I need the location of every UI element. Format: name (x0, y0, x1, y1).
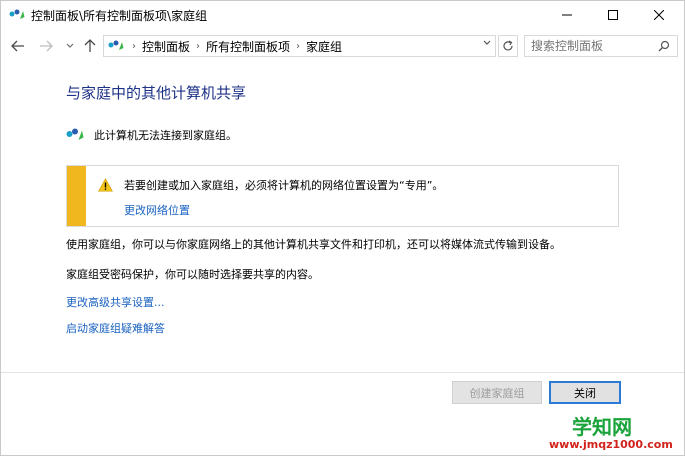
warning-icon (98, 178, 113, 192)
status-row: 此计算机无法连接到家庭组。 (66, 126, 237, 144)
navigation-bar: › 控制面板 › 所有控制面板项 › 家庭组 (1, 31, 684, 61)
recent-locations-button[interactable] (61, 37, 79, 55)
warning-text: 若要创建或加入家庭组，必须将计算机的网络位置设置为“专用”。 (124, 179, 444, 192)
chevron-right-icon[interactable]: › (196, 41, 200, 52)
description-text: 使用家庭组，你可以与你家庭网络上的其他计算机共享文件和打印机，还可以将媒体流式传… (66, 238, 561, 251)
close-window-button[interactable] (636, 1, 682, 29)
close-button[interactable]: 关闭 (549, 381, 621, 404)
password-note: 家庭组受密码保护，你可以随时选择要共享的内容。 (66, 268, 319, 281)
forward-button[interactable] (37, 37, 55, 55)
window-title: 控制面板\所有控制面板项\家庭组 (31, 9, 208, 23)
watermark-url: www.jmqz1000.com (549, 438, 673, 451)
breadcrumb-all-items[interactable]: 所有控制面板项 (206, 38, 290, 55)
watermark-title: 学知网 (572, 415, 632, 439)
footer-divider (1, 372, 684, 373)
breadcrumb-control-panel[interactable]: 控制面板 (142, 38, 190, 55)
arrow-right-icon (40, 40, 53, 52)
maximize-icon (608, 10, 618, 20)
address-bar[interactable]: › 控制面板 › 所有控制面板项 › 家庭组 (103, 35, 496, 57)
warning-panel: 若要创建或加入家庭组，必须将计算机的网络位置设置为“专用”。 更改网络位置 (66, 165, 619, 227)
minimize-button[interactable] (544, 1, 590, 29)
chevron-right-icon[interactable]: › (296, 41, 300, 52)
arrow-up-icon (84, 39, 96, 52)
search-input[interactable] (524, 35, 678, 57)
title-bar: 控制面板\所有控制面板项\家庭组 (1, 1, 684, 29)
change-network-location-link[interactable]: 更改网络位置 (124, 202, 190, 218)
address-dropdown-button[interactable] (483, 39, 491, 49)
refresh-icon (503, 40, 513, 51)
search-icon[interactable] (658, 40, 670, 52)
status-text: 此计算机无法连接到家庭组。 (94, 129, 237, 142)
close-icon (654, 10, 664, 20)
up-button[interactable] (81, 37, 99, 55)
page-title: 与家庭中的其他计算机共享 (66, 84, 247, 102)
arrow-left-icon (11, 40, 24, 52)
chevron-down-icon (483, 40, 491, 45)
troubleshoot-link[interactable]: 启动家庭组疑难解答 (66, 320, 165, 336)
homegroup-icon (9, 9, 25, 19)
back-button[interactable] (9, 37, 27, 55)
refresh-button[interactable] (498, 35, 518, 57)
minimize-icon (562, 14, 572, 16)
advanced-sharing-link[interactable]: 更改高级共享设置... (66, 294, 165, 310)
homegroup-icon (66, 128, 84, 140)
warning-bar (67, 166, 86, 226)
homegroup-window: 控制面板\所有控制面板项\家庭组 › 控制面板 › 所有控制面板项 › 家庭组 … (0, 0, 685, 456)
homegroup-icon (108, 40, 124, 50)
chevron-down-icon (66, 43, 74, 48)
maximize-button[interactable] (590, 1, 636, 29)
breadcrumb-homegroup[interactable]: 家庭组 (306, 38, 342, 55)
create-homegroup-button[interactable]: 创建家庭组 (452, 381, 542, 404)
chevron-right-icon: › (132, 40, 136, 52)
